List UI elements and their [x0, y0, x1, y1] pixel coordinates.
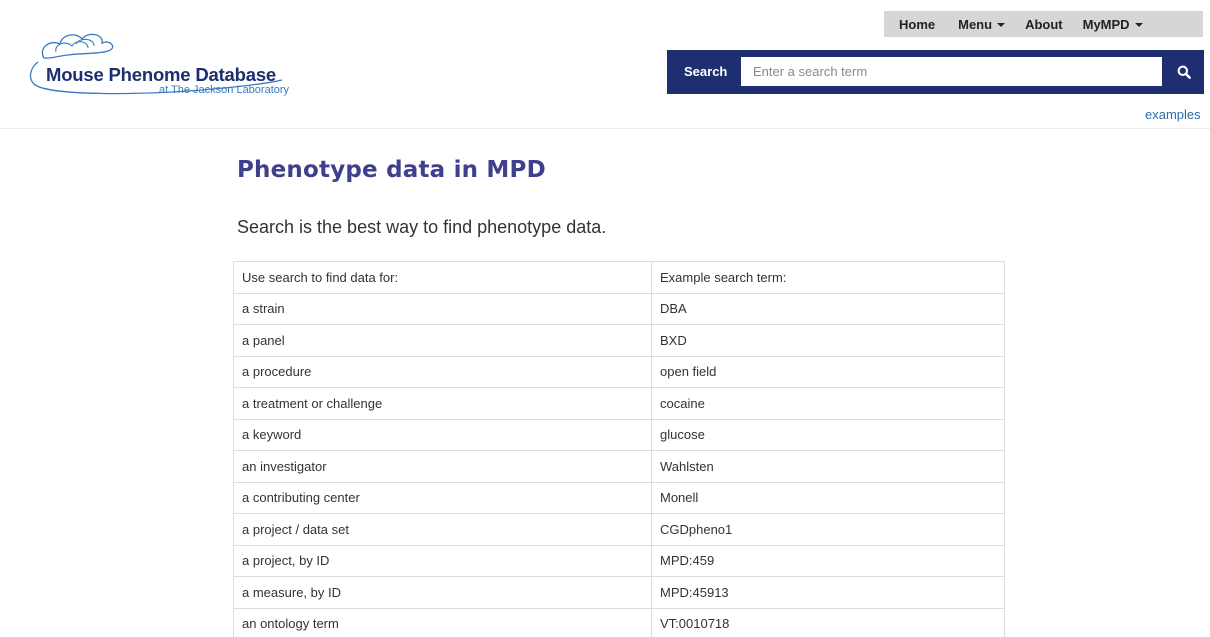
search-label: Search: [684, 64, 728, 79]
example-term-cell: open field: [651, 355, 1005, 388]
data-type-cell: an investigator: [233, 450, 652, 483]
example-term-cell: CGDpheno1: [651, 513, 1005, 546]
nav-about[interactable]: About: [1015, 17, 1073, 32]
nav-mympd-dropdown[interactable]: MyMPD: [1073, 17, 1153, 32]
table-row: a project / data set CGDpheno1: [233, 513, 1005, 546]
table-row: a keyword glucose: [233, 418, 1005, 451]
example-term-cell: cocaine: [651, 387, 1005, 420]
example-term-cell: MPD:459: [651, 544, 1005, 577]
search-examples-table: Use search to find data for: Example sea…: [233, 261, 1005, 637]
search-button[interactable]: [1166, 57, 1202, 86]
data-type-cell: a contributing center: [233, 481, 652, 514]
caret-down-icon: [997, 22, 1006, 27]
table-row: a measure, by ID MPD:45913: [233, 576, 1005, 609]
example-term-cell: VT:0010718: [651, 607, 1005, 637]
nav-menu-label: Menu: [958, 16, 993, 32]
caret-down-icon: [1134, 22, 1143, 27]
data-type-cell: a keyword: [233, 418, 652, 451]
example-term-cell: DBA: [651, 292, 1005, 325]
nav-mympd-label: MyMPD: [1082, 16, 1130, 32]
nav-about-label: About: [1025, 16, 1063, 32]
example-term-cell: MPD:45913: [651, 576, 1005, 609]
search-icon: [1177, 65, 1191, 79]
table-header-cell: Use search to find data for:: [233, 261, 652, 294]
data-type-cell: a strain: [233, 292, 652, 325]
data-type-cell: a project, by ID: [233, 544, 652, 577]
example-term-cell: glucose: [651, 418, 1005, 451]
table-row: an investigator Wahlsten: [233, 450, 1005, 483]
data-type-cell: a project / data set: [233, 513, 652, 546]
example-term-cell: BXD: [651, 324, 1005, 357]
site-logo[interactable]: Mouse Phenome Database at The Jackson La…: [24, 22, 290, 100]
table-row: a treatment or challenge cocaine: [233, 387, 1005, 420]
data-type-cell: a treatment or challenge: [233, 387, 652, 420]
table-row: a strain DBA: [233, 292, 1005, 325]
table-header-row: Use search to find data for: Example sea…: [233, 261, 1005, 294]
table-row: a procedure open field: [233, 355, 1005, 388]
example-term-cell: Wahlsten: [651, 450, 1005, 483]
logo-subtitle: at The Jackson Laboratory: [159, 84, 290, 96]
header-divider: [0, 128, 1210, 129]
search-bar: Search: [667, 50, 1204, 94]
data-type-cell: a procedure: [233, 355, 652, 388]
data-type-cell: a panel: [233, 324, 652, 357]
data-type-cell: a measure, by ID: [233, 576, 652, 609]
nav-home-label: Home: [899, 16, 936, 32]
table-row: an ontology term VT:0010718: [233, 607, 1005, 637]
top-navigation: Home Menu About MyMPD: [884, 11, 1203, 37]
search-input[interactable]: [741, 57, 1162, 86]
data-type-cell: an ontology term: [233, 607, 652, 637]
nav-menu-dropdown[interactable]: Menu: [948, 17, 1015, 32]
examples-link[interactable]: examples: [1145, 107, 1201, 122]
page-title: Phenotype data in MPD: [237, 157, 546, 183]
nav-home[interactable]: Home: [884, 17, 948, 32]
example-term-cell: Monell: [651, 481, 1005, 514]
table-header-cell: Example search term:: [651, 261, 1005, 294]
table-row: a project, by ID MPD:459: [233, 544, 1005, 577]
table-row: a contributing center Monell: [233, 481, 1005, 514]
intro-text: Search is the best way to find phenotype…: [237, 217, 607, 237]
logo-title: Mouse Phenome Database: [46, 64, 277, 85]
table-row: a panel BXD: [233, 324, 1005, 357]
